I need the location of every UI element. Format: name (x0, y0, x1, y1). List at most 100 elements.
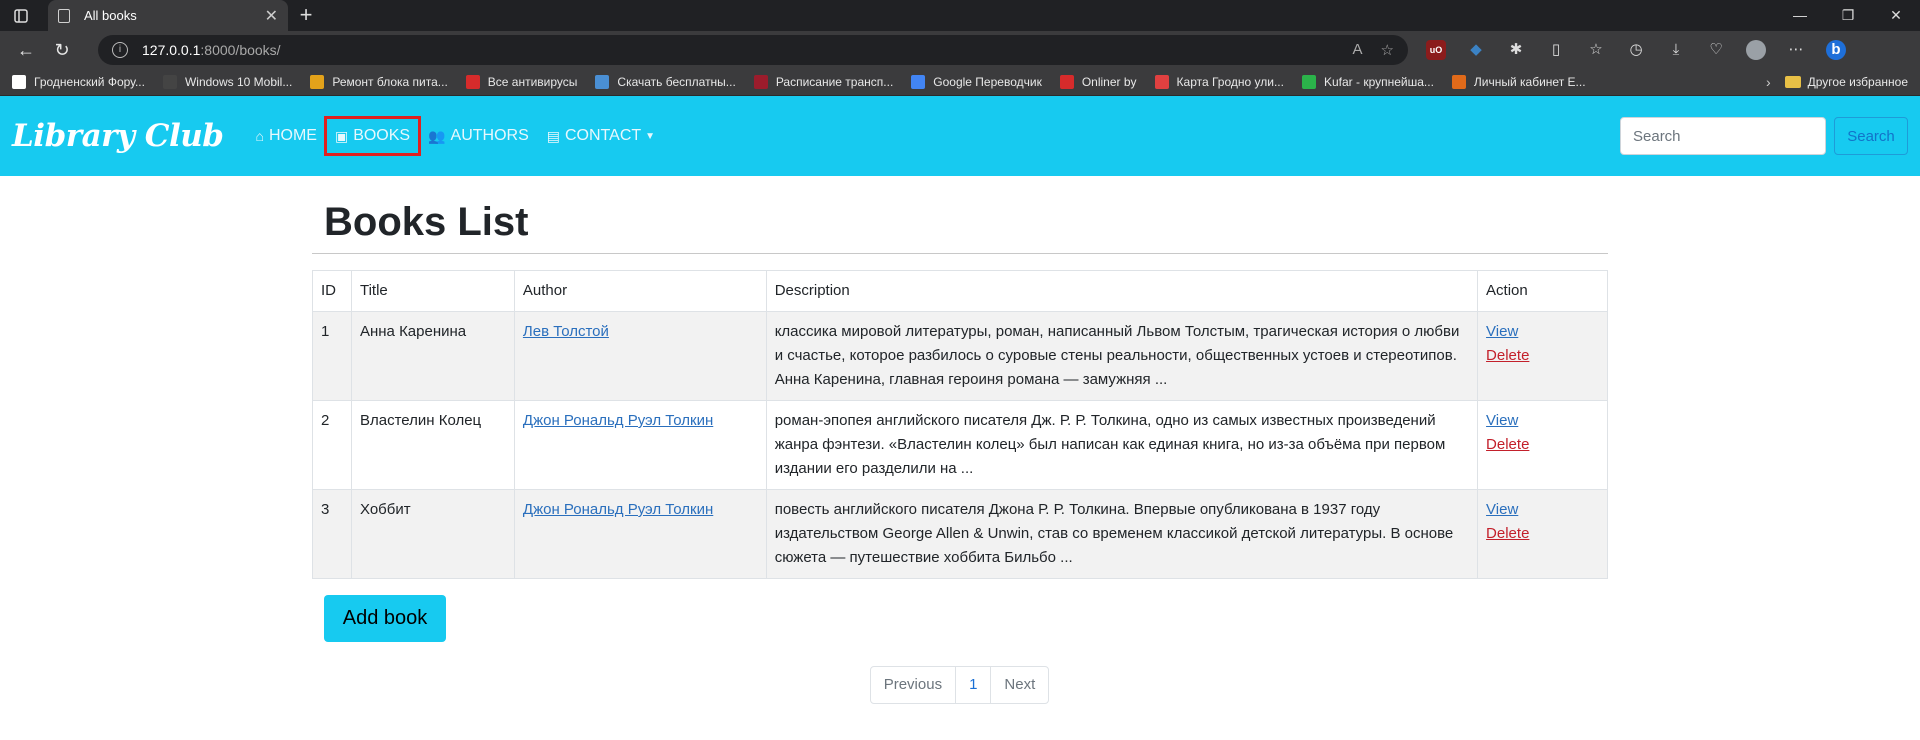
ublock-extension-icon[interactable]: uO (1426, 40, 1446, 60)
shield-extension-icon[interactable]: ◆ (1466, 40, 1486, 60)
bookmarks-bar: Гродненский Фору... Windows 10 Mobil... Ре… (0, 69, 1920, 96)
bookmark-label: Скачать бесплатны... (617, 75, 736, 89)
history-icon[interactable]: ◷ (1626, 40, 1646, 60)
table-row: 1 Анна Каренина Лев Толстой классика мир… (312, 311, 1608, 401)
other-bookmarks-label: Другое избранное (1807, 75, 1908, 89)
tab-title: All books (84, 8, 137, 23)
bookmark-item[interactable]: Windows 10 Mobil... (162, 75, 292, 89)
back-button[interactable]: ← (8, 40, 44, 61)
tab-actions-button[interactable] (0, 0, 42, 31)
table-row: 3 Хоббит Джон Рональд Руэл Толкин повест… (312, 489, 1608, 579)
bookmark-item[interactable]: Расписание трансп... (753, 75, 894, 89)
bookmark-label: Расписание трансп... (775, 75, 894, 89)
nav-books[interactable]: ▣ BOOKS (323, 116, 422, 156)
read-aloud-icon[interactable]: A (1353, 41, 1363, 59)
author-link[interactable]: Джон Рональд Руэл Толкин (523, 501, 713, 518)
bookmark-item[interactable]: Скачать бесплатны... (595, 75, 736, 89)
new-tab-button[interactable]: + (288, 0, 324, 31)
view-link[interactable]: View (1486, 323, 1518, 340)
cell-author: Джон Рональд Руэл Толкин (513, 489, 767, 579)
minimize-button[interactable]: — (1776, 0, 1824, 31)
cell-author: Лев Толстой (513, 311, 767, 401)
bing-copilot-icon[interactable]: b (1826, 40, 1846, 60)
browser-tab[interactable]: All books ✕ (48, 0, 288, 31)
delete-link[interactable]: Delete (1486, 525, 1529, 542)
bookmark-item[interactable]: Карта Гродно ули... (1154, 75, 1284, 89)
view-link[interactable]: View (1486, 412, 1518, 429)
bookmark-label: Личный кабинет E... (1473, 75, 1586, 89)
table-row: 2 Властелин Колец Джон Рональд Руэл Толк… (312, 400, 1608, 490)
refresh-button[interactable]: ↻ (44, 40, 80, 61)
bookmark-item[interactable]: Ремонт блока пита... (310, 75, 448, 89)
bookmark-favicon-icon (162, 75, 177, 89)
home-icon: ⌂ (255, 128, 264, 144)
bookmark-label: Google Переводчик (933, 75, 1042, 89)
cell-description: классика мировой литературы, роман, напи… (765, 311, 1479, 401)
nav-home[interactable]: ⌂ HOME (247, 119, 324, 153)
column-header-action: Action (1477, 270, 1608, 312)
bookmark-item[interactable]: Kufar - крупнейша... (1301, 75, 1434, 89)
cell-title: Хоббит (350, 489, 515, 579)
bookmark-item[interactable]: Все антивирусы (465, 75, 577, 89)
close-window-button[interactable]: ✕ (1872, 0, 1920, 31)
cell-description: роман-эпопея английского писателя Дж. Р.… (765, 400, 1479, 490)
nav-contact-dropdown[interactable]: ▤ CONTACT ▼ (539, 119, 663, 153)
bookmarks-more-icon[interactable]: › (1766, 74, 1771, 90)
bookmark-label: Onliner by (1081, 75, 1137, 89)
books-table: ID Title Author Description Action 1 Анн… (312, 270, 1608, 579)
cell-actions: View Delete (1477, 311, 1608, 401)
favorites-icon[interactable]: ☆ (1586, 40, 1606, 60)
close-tab-icon[interactable]: ✕ (265, 6, 278, 26)
url-field[interactable]: i 127.0.0.1:8000/books/ A ☆ (98, 35, 1408, 65)
brand-logo[interactable]: Library Club (12, 118, 224, 154)
nav-books-label: BOOKS (353, 127, 411, 144)
add-book-button[interactable]: Add book (324, 595, 446, 642)
search-button[interactable]: Search (1834, 117, 1908, 155)
bookmark-favicon-icon (911, 75, 926, 89)
downloads-icon[interactable]: ⤓ (1666, 40, 1686, 60)
address-bar: ← ↻ i 127.0.0.1:8000/books/ A ☆ uO ◆ ✱ ▯… (0, 31, 1920, 69)
site-info-icon[interactable]: i (112, 42, 128, 58)
pagination-next[interactable]: Next (990, 666, 1050, 704)
bookmark-item[interactable]: Onliner by (1059, 75, 1137, 89)
author-link[interactable]: Лев Толстой (523, 323, 609, 340)
caret-down-icon: ▼ (645, 130, 656, 142)
url-host: 127.0.0.1 (142, 42, 201, 58)
pagination-previous[interactable]: Previous (869, 666, 957, 704)
page-title: Books List (312, 176, 1608, 254)
bookmark-item[interactable]: Гродненский Фору... (12, 75, 145, 89)
cell-actions: View Delete (1477, 489, 1608, 579)
performance-icon[interactable]: ♡ (1706, 40, 1726, 60)
restore-button[interactable]: ❐ (1824, 0, 1872, 31)
pagination-page-current[interactable]: 1 (955, 666, 992, 704)
more-menu-icon[interactable]: ⋯ (1786, 40, 1806, 60)
nav-home-label: HOME (268, 127, 317, 144)
cell-author: Джон Рональд Руэл Толкин (513, 400, 767, 490)
cell-id: 1 (312, 311, 352, 401)
table-header-row: ID Title Author Description Action (312, 270, 1608, 312)
view-link[interactable]: View (1486, 501, 1518, 518)
other-bookmarks-folder[interactable]: Другое избранное (1784, 75, 1908, 89)
cell-id: 3 (312, 489, 352, 579)
window-controls: — ❐ ✕ (1776, 0, 1920, 31)
bookmark-favicon-icon (1301, 75, 1316, 89)
author-link[interactable]: Джон Рональд Руэл Толкин (523, 412, 713, 429)
browser-tab-bar: All books ✕ + — ❐ ✕ (0, 0, 1920, 31)
bookmark-label: Карта Гродно ули... (1176, 75, 1284, 89)
nav-authors[interactable]: 👥 AUTHORS (420, 119, 537, 153)
bookmark-item[interactable]: Личный кабинет E... (1451, 75, 1586, 89)
bookmark-favicon-icon (595, 75, 610, 89)
column-header-description: Description (765, 270, 1479, 312)
extensions-icon[interactable]: ✱ (1506, 40, 1526, 60)
delete-link[interactable]: Delete (1486, 347, 1529, 364)
split-screen-icon[interactable]: ▯ (1546, 40, 1566, 60)
profile-avatar[interactable] (1746, 40, 1766, 60)
delete-link[interactable]: Delete (1486, 436, 1529, 453)
pagination: Previous 1 Next (312, 666, 1608, 704)
bookmark-item[interactable]: Google Переводчик (911, 75, 1042, 89)
favorite-star-icon[interactable]: ☆ (1381, 41, 1394, 59)
column-header-author: Author (513, 270, 767, 312)
main-content: Books List ID Title Author Description A… (312, 176, 1608, 704)
search-form: Search (1620, 117, 1908, 155)
search-input[interactable] (1620, 117, 1826, 155)
